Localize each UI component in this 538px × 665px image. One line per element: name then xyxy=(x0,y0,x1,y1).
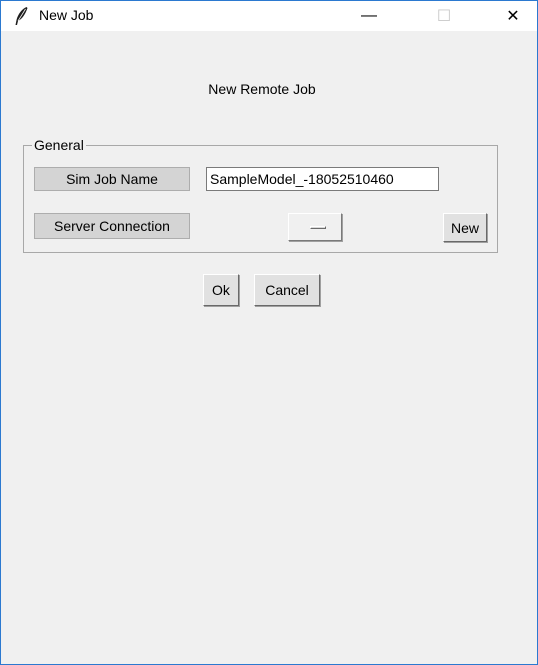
dialog-heading: New Remote Job xyxy=(208,81,316,97)
close-icon: ✕ xyxy=(506,8,520,25)
new-job-window: New Job — ☐ ✕ New Remote Job General Sim… xyxy=(0,0,538,665)
window-title: New Job xyxy=(39,7,94,23)
dropdown-indicator-icon xyxy=(310,226,326,229)
maximize-icon: ☐ xyxy=(436,8,452,25)
new-connection-button[interactable]: New xyxy=(443,213,487,242)
minimize-icon: — xyxy=(361,7,377,24)
title-bar[interactable]: New Job — ☐ ✕ xyxy=(1,1,537,31)
server-connection-dropdown[interactable] xyxy=(288,213,342,241)
general-group-legend: General xyxy=(32,137,86,153)
close-button[interactable]: ✕ xyxy=(490,1,536,31)
ok-button[interactable]: Ok xyxy=(203,274,239,306)
server-connection-label: Server Connection xyxy=(34,213,190,239)
minimize-button[interactable]: — xyxy=(346,1,392,31)
maximize-button[interactable]: ☐ xyxy=(421,1,467,31)
sim-job-name-label: Sim Job Name xyxy=(34,167,190,191)
feather-icon xyxy=(15,7,28,25)
sim-job-name-input[interactable] xyxy=(206,167,439,191)
cancel-button[interactable]: Cancel xyxy=(254,274,320,306)
